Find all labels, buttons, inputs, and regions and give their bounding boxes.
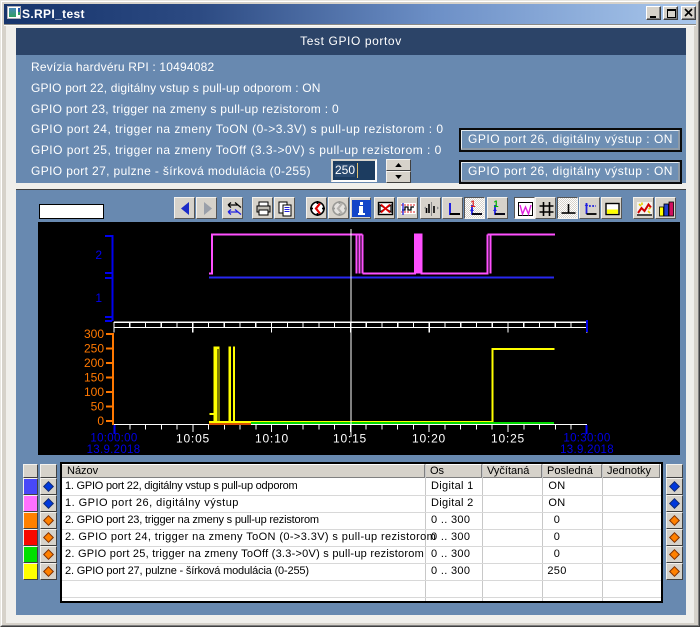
svg-text:1: 1 — [493, 200, 498, 209]
svg-text:10:15: 10:15 — [333, 432, 367, 446]
svg-text:2: 2 — [95, 248, 102, 262]
svg-text:50: 50 — [91, 400, 105, 414]
svg-text:0: 0 — [97, 414, 104, 428]
svg-text:1: 1 — [95, 291, 102, 305]
svg-text:10:05: 10:05 — [176, 432, 210, 446]
svg-text:1: 1 — [470, 200, 475, 209]
svg-text:150: 150 — [84, 371, 104, 385]
svg-text:10:20: 10:20 — [412, 432, 446, 446]
svg-text:250: 250 — [84, 342, 104, 356]
svg-text:10:10: 10:10 — [255, 432, 289, 446]
svg-text:13.9.2018: 13.9.2018 — [560, 444, 614, 455]
svg-text:10:00:00: 10:00:00 — [90, 433, 137, 445]
svg-text:300: 300 — [84, 327, 104, 341]
svg-text:13.9.2018: 13.9.2018 — [87, 444, 141, 455]
svg-text:10:30:00: 10:30:00 — [563, 433, 610, 445]
svg-text:200: 200 — [84, 356, 104, 370]
svg-text:100: 100 — [84, 385, 104, 399]
svg-text:10:25: 10:25 — [491, 432, 525, 446]
